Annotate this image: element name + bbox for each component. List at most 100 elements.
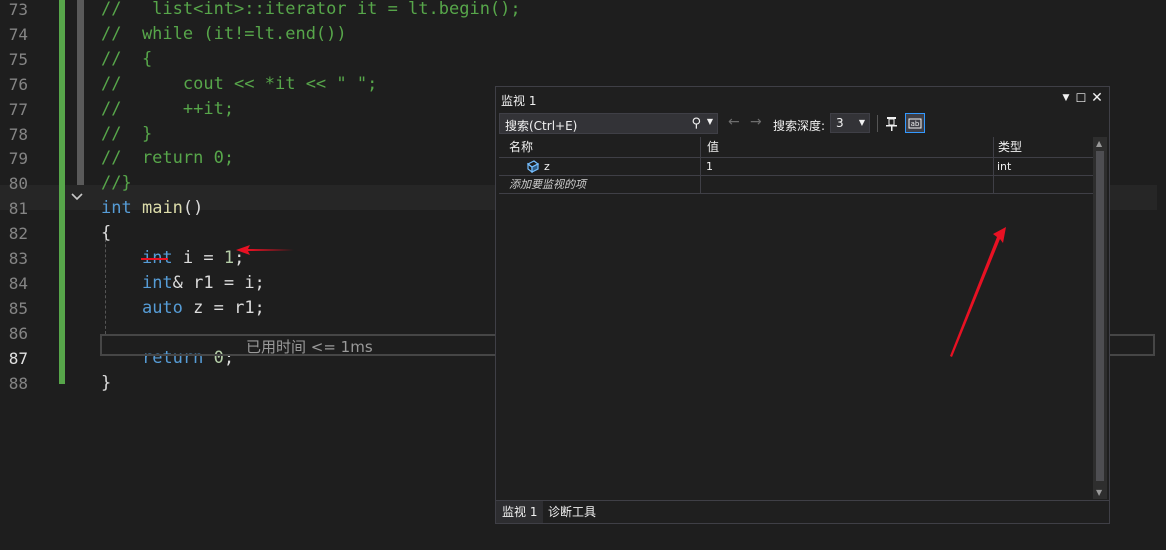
code-line[interactable]: // } (101, 122, 152, 147)
line-number: 84 (8, 273, 28, 293)
watch-row[interactable]: z 1 int (499, 158, 1093, 176)
annotation-underline (141, 258, 168, 260)
watch-grid-header: 名称 值 类型 (499, 137, 1093, 158)
code-token: i = (172, 248, 224, 268)
chevron-down-icon: ▼ (858, 118, 865, 127)
search-forward-icon[interactable]: → (750, 114, 762, 130)
search-depth-select[interactable]: 3 ▼ (830, 113, 870, 133)
tab-diagnostic-tools[interactable]: 诊断工具 (542, 501, 602, 523)
code-line[interactable]: // while (it!=lt.end()) (101, 22, 347, 47)
watch-item-name: z (544, 160, 550, 173)
code-token: & r1 = i; (172, 272, 265, 293)
line-number: 85 (8, 298, 28, 318)
window-menu-icon[interactable]: ▼ (1059, 91, 1073, 105)
code-line[interactable]: } (101, 371, 111, 396)
watch-tab-bar: 监视 1 诊断工具 (496, 500, 1109, 523)
code-line[interactable]: int i = 1; (101, 246, 244, 271)
collapsed-region-bar (77, 0, 84, 185)
scroll-up-icon[interactable]: ▲ (1096, 139, 1102, 148)
line-number: 82 (8, 224, 28, 244)
code-token: // ++it; (101, 98, 235, 119)
code-token: // list<int>::iterator it = lt.begin(); (101, 0, 521, 19)
variable-icon (526, 160, 540, 173)
annotation-arrow-icon (950, 227, 1006, 357)
line-number: 79 (8, 149, 28, 169)
collapse-chevron-icon[interactable] (70, 190, 84, 204)
code-line[interactable]: { (101, 221, 111, 246)
search-options-dropdown-icon[interactable]: ▼ (707, 117, 713, 126)
search-depth-value: 3 (836, 116, 844, 130)
code-token: main (141, 198, 183, 219)
watch-title: 监视 1 (501, 94, 537, 108)
code-token: z = r1; (182, 297, 265, 318)
line-number: 87 (8, 348, 28, 368)
watch-row-name-cell: z (499, 158, 701, 175)
watch-toolbar: 搜索(Ctrl+E) ⚲ ▼ ← → 搜索深度: 3 ▼ ab (496, 111, 1109, 137)
search-icon[interactable]: ⚲ (691, 116, 701, 131)
line-number: 81 (8, 199, 28, 219)
scroll-thumb[interactable] (1096, 151, 1104, 481)
code-token: { (101, 223, 112, 244)
line-number: 73 (8, 0, 28, 19)
code-token: } (101, 372, 112, 393)
code-token: // } (101, 123, 153, 144)
code-line[interactable]: int& r1 = i; (101, 271, 265, 296)
code-line[interactable]: // return 0; (101, 146, 234, 171)
add-watch-placeholder[interactable]: 添加要监视的项 (499, 176, 701, 193)
search-placeholder: 搜索(Ctrl+E) (505, 119, 578, 133)
code-token: auto (141, 297, 183, 318)
change-tracking-bar (59, 0, 65, 384)
line-number: 86 (8, 323, 28, 343)
code-line[interactable]: auto z = r1; (101, 296, 265, 321)
code-token: int (101, 198, 132, 219)
line-number: 77 (8, 99, 28, 119)
watch-item-value[interactable]: 1 (701, 158, 994, 175)
tab-watch-1[interactable]: 监视 1 (496, 501, 544, 523)
toolbar-separator (877, 115, 878, 132)
column-header-value[interactable]: 值 (701, 137, 994, 157)
column-header-type[interactable]: 类型 (994, 137, 1093, 157)
line-number: 88 (8, 373, 28, 393)
code-line[interactable]: // list<int>::iterator it = lt.begin(); (101, 0, 521, 22)
search-back-icon[interactable]: ← (728, 114, 740, 130)
code-line[interactable]: // { (101, 47, 152, 72)
add-watch-value-cell (701, 176, 994, 193)
code-token: 1 (223, 248, 235, 268)
vertical-scrollbar[interactable]: ▲ ▼ (1093, 137, 1107, 499)
watch-title-bar[interactable]: 监视 1 ▼ ☐ ✕ (496, 87, 1109, 111)
scroll-down-icon[interactable]: ▼ (1096, 488, 1102, 497)
annotation-arrow-icon (236, 245, 294, 255)
watch-grid[interactable]: 名称 值 类型 z 1 int 添加要监视的项 (499, 137, 1093, 499)
close-icon[interactable]: ✕ (1090, 91, 1104, 105)
maximize-icon[interactable]: ☐ (1074, 91, 1088, 105)
line-number: 80 (8, 174, 28, 194)
line-number: 78 (8, 124, 28, 144)
column-header-name[interactable]: 名称 (499, 137, 701, 157)
line-number: 75 (8, 49, 28, 69)
watch-window[interactable]: 监视 1 ▼ ☐ ✕ 搜索(Ctrl+E) ⚲ ▼ ← → 搜索深度: 3 ▼ … (495, 86, 1110, 524)
code-token: () (182, 198, 204, 219)
add-watch-type-cell (994, 176, 1093, 193)
line-number: 74 (8, 24, 28, 44)
code-token: // cout << *it << " "; (101, 73, 378, 94)
code-line[interactable]: // cout << *it << " "; (101, 72, 377, 97)
perf-tip: 已用时间 <= 1ms (246, 338, 373, 356)
search-depth-label: 搜索深度: (773, 119, 826, 133)
code-token: // return 0; (101, 148, 235, 169)
add-watch-row[interactable]: 添加要监视的项 (499, 176, 1093, 194)
watch-item-type: int (997, 160, 1012, 173)
line-number: 76 (8, 74, 28, 94)
code-line[interactable]: // ++it; (101, 97, 234, 122)
pin-icon[interactable] (884, 115, 900, 132)
hex-display-toggle-icon[interactable]: ab (905, 113, 925, 133)
search-input[interactable]: 搜索(Ctrl+E) ⚲ ▼ (499, 113, 718, 134)
code-line[interactable]: int main() (101, 196, 203, 221)
code-line[interactable]: //} (101, 171, 132, 196)
svg-text:ab: ab (911, 120, 920, 128)
code-token: // while (it!=lt.end()) (101, 23, 347, 44)
code-token: // { (101, 48, 153, 69)
line-number: 83 (8, 249, 28, 268)
